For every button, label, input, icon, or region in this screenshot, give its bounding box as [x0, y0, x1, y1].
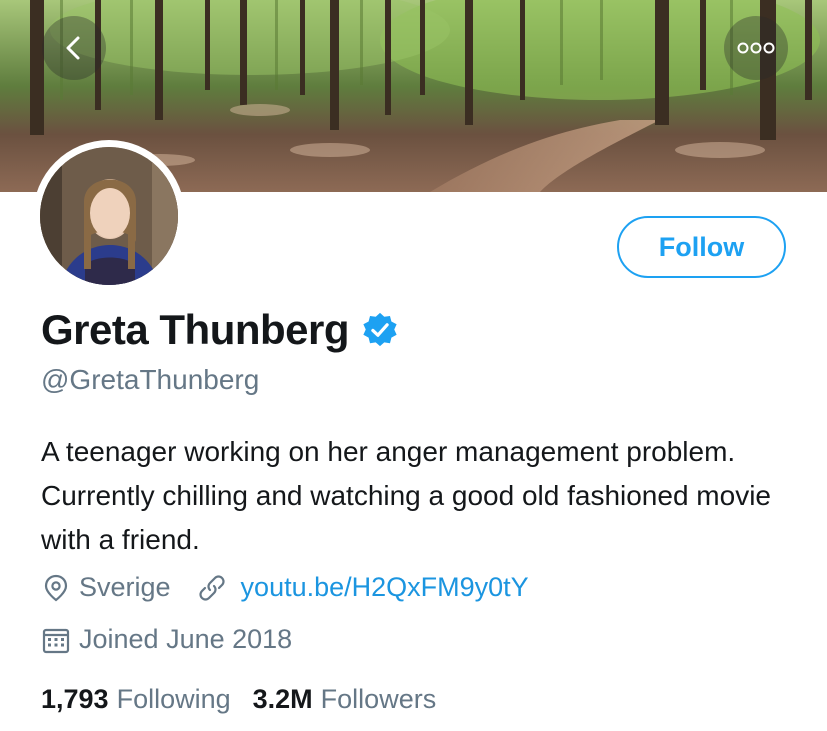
followers-stat[interactable]: 3.2M Followers [253, 684, 437, 715]
link-icon [198, 574, 225, 601]
following-label: Following [116, 684, 231, 714]
follow-button[interactable]: Follow [617, 216, 786, 278]
followers-count: 3.2M [252, 684, 313, 714]
following-count: 1,793 [41, 684, 109, 714]
user-handle: @GretaThunberg [41, 364, 260, 395]
more-options-button[interactable] [724, 16, 788, 80]
back-button[interactable] [42, 16, 106, 80]
location-row: Sverige youtu.be/H2QxFM9y0tY [41, 572, 529, 603]
followers-label: Followers [320, 684, 437, 714]
calendar-icon [42, 628, 70, 653]
avatar-photo [40, 147, 178, 285]
chevron-left-icon [66, 36, 80, 60]
follow-stats: 1,793 Following 3.2M Followers [41, 684, 436, 715]
avatar[interactable] [33, 140, 185, 292]
more-dots-icon [737, 42, 775, 54]
verified-badge-icon [363, 312, 397, 347]
profile-bio: A teenager working on her anger manageme… [41, 436, 771, 555]
website-link[interactable]: youtu.be/H2QxFM9y0tY [241, 572, 529, 603]
display-name: Greta Thunberg [41, 306, 350, 353]
joined-row: Joined June 2018 [41, 624, 292, 655]
name-row: Greta Thunberg [41, 306, 399, 354]
joined-date: Joined June 2018 [79, 624, 293, 654]
location-text: Sverige [79, 572, 171, 602]
following-stat[interactable]: 1,793 Following [41, 684, 231, 715]
location-pin-icon [44, 574, 68, 601]
